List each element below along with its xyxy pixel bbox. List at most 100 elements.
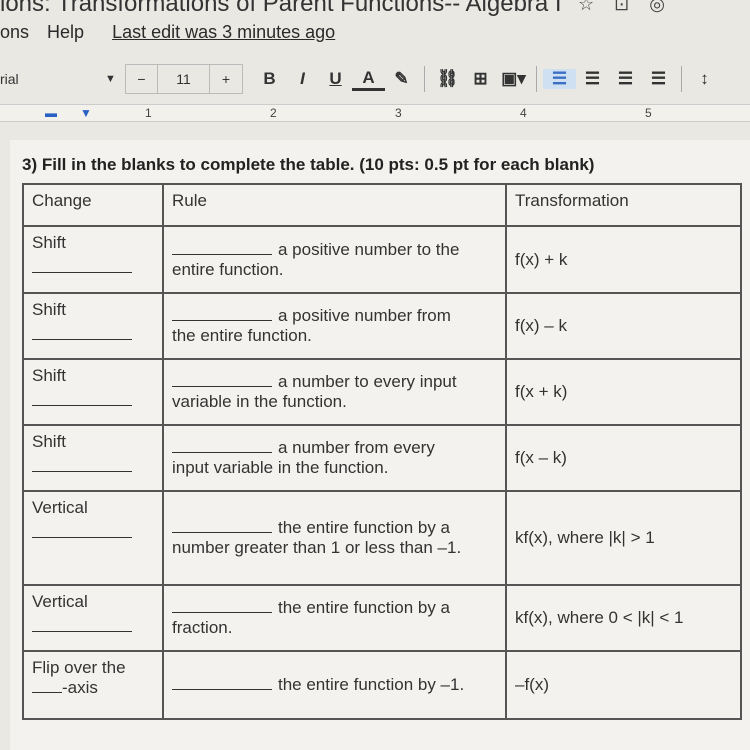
align-center-icon[interactable]: ☰ — [576, 69, 609, 89]
answer-blank[interactable] — [32, 524, 132, 538]
change-cell[interactable]: Shift — [22, 292, 164, 360]
change-text: Shift — [32, 432, 67, 451]
increase-font-button[interactable]: + — [210, 65, 242, 93]
change-text: Shift — [32, 300, 67, 319]
italic-button[interactable]: I — [286, 69, 319, 89]
align-left-icon[interactable]: ☰ — [543, 69, 576, 89]
rule-text-continued: number greater than 1 or less than –1. — [172, 538, 462, 557]
table-row: Vertical the entire function by a fraction… — [22, 584, 742, 652]
font-select[interactable]: rial — [0, 71, 105, 87]
indent-marker-icon[interactable]: ▬ — [45, 106, 57, 120]
change-cell[interactable]: Shift — [22, 225, 164, 294]
answer-blank[interactable] — [172, 373, 272, 387]
ruler[interactable]: ▬ ▼ 1 2 3 4 5 — [0, 104, 750, 122]
rule-text: the entire function by –1. — [278, 675, 465, 694]
highlight-pen-icon[interactable]: ✎ — [385, 69, 418, 89]
change-cell[interactable]: Flip over the -axis — [22, 650, 164, 720]
ruler-mark: 3 — [395, 106, 402, 120]
font-size-input[interactable]: 11 — [158, 65, 210, 93]
rule-cell[interactable]: a number to every input variable in the f… — [162, 358, 507, 426]
answer-blank[interactable] — [32, 392, 132, 406]
change-text: Flip over the — [32, 658, 126, 677]
last-edit-link[interactable]: Last edit was 3 minutes ago — [112, 22, 335, 43]
table-row: Shift a number to every input variable in … — [22, 358, 742, 426]
divider — [536, 66, 537, 92]
title-icons: ☆⊡◎ — [578, 0, 685, 15]
answer-blank[interactable] — [32, 259, 132, 273]
rule-cell[interactable]: the entire function by a fraction. — [162, 584, 507, 652]
answer-blank[interactable] — [32, 326, 132, 340]
rule-text: the entire function by a — [278, 518, 451, 537]
transformation-cell: –f(x) — [505, 650, 742, 720]
table-row: Shift a positive number to the entire func… — [22, 225, 742, 294]
answer-blank[interactable] — [172, 676, 272, 690]
change-cell[interactable]: Vertical — [22, 490, 164, 586]
underline-button[interactable]: U — [319, 69, 352, 89]
table-row: Flip over the -axis the entire function by… — [22, 650, 742, 720]
link-icon[interactable]: ⛓ — [431, 69, 464, 89]
header-transformation: Transformation — [505, 183, 742, 227]
answer-blank[interactable] — [172, 307, 272, 321]
add-comment-icon[interactable]: ⊞ — [464, 69, 497, 89]
rule-text: a positive number to the — [278, 239, 460, 259]
menu-help[interactable]: Help — [47, 22, 84, 43]
answer-blank[interactable] — [32, 618, 132, 632]
chevron-down-icon[interactable]: ▼ — [105, 73, 125, 85]
star-icon[interactable]: ☆ — [578, 0, 614, 14]
answer-blank[interactable] — [172, 599, 272, 613]
answer-blank[interactable] — [32, 679, 62, 693]
font-size-stepper: − 11 + — [125, 64, 243, 94]
header-change: Change — [22, 183, 164, 227]
divider — [681, 66, 682, 92]
rule-cell[interactable]: a number from every input variable in the… — [162, 424, 507, 492]
rule-cell[interactable]: a positive number from the entire functio… — [162, 292, 507, 360]
document-title[interactable]: ions: Transformations of Parent Function… — [0, 0, 562, 18]
answer-blank[interactable] — [32, 458, 132, 472]
rule-text: the entire function by a — [278, 598, 451, 617]
rule-text-continued: the entire function. — [172, 326, 312, 345]
line-spacing-icon[interactable]: ↕ — [688, 69, 721, 89]
cloud-status-icon[interactable]: ◎ — [649, 0, 685, 14]
table-row: Shift a number from every input variable i… — [22, 424, 742, 492]
insert-image-icon[interactable]: ▣▾ — [497, 69, 530, 89]
question-heading: 3) Fill in the blanks to complete the ta… — [22, 155, 595, 174]
ruler-mark: 5 — [645, 106, 652, 120]
rule-text-continued: variable in the function. — [172, 392, 347, 411]
rule-text: a positive number from — [278, 306, 451, 325]
rule-cell[interactable]: the entire function by a number greater t… — [162, 490, 507, 586]
justify-icon[interactable]: ☰ — [642, 69, 675, 89]
rule-text: a number from every — [278, 438, 435, 457]
rule-cell[interactable]: the entire function by –1. — [162, 650, 507, 720]
answer-blank[interactable] — [172, 439, 272, 453]
align-right-icon[interactable]: ☰ — [609, 69, 642, 89]
transformation-cell: kf(x), where |k| > 1 — [505, 490, 742, 586]
change-cell[interactable]: Vertical — [22, 584, 164, 652]
change-text: Vertical — [32, 498, 88, 517]
ruler-mark: 4 — [520, 106, 527, 120]
answer-blank[interactable] — [172, 241, 272, 255]
left-indent-icon[interactable]: ▼ — [80, 106, 92, 120]
decrease-font-button[interactable]: − — [126, 65, 158, 93]
transformation-cell: f(x – k) — [505, 424, 742, 492]
change-cell[interactable]: Shift — [22, 358, 164, 426]
ruler-mark: 2 — [270, 106, 277, 120]
answer-blank[interactable] — [172, 519, 272, 533]
transformation-cell: f(x + k) — [505, 358, 742, 426]
table-header-row: Change Rule Transformation — [22, 183, 742, 227]
change-cell[interactable]: Shift — [22, 424, 164, 492]
table-row: Shift a positive number from the entire fu… — [22, 292, 742, 360]
transformation-cell: kf(x), where 0 < |k| < 1 — [505, 584, 742, 652]
rule-cell[interactable]: a positive number to the entire function. — [162, 225, 507, 294]
menu-extensions[interactable]: ons — [0, 22, 29, 43]
move-icon[interactable]: ⊡ — [614, 0, 649, 14]
bold-button[interactable]: B — [253, 69, 286, 89]
text-color-button[interactable]: A — [352, 68, 385, 91]
header-rule: Rule — [162, 183, 507, 227]
rule-text-continued: input variable in the function. — [172, 458, 389, 477]
rule-text: a number to every input — [278, 372, 457, 391]
toolbar: rial ▼ − 11 + B I U A ✎ ⛓ ⊞ ▣▾ ☰ ☰ ☰ ☰ ↕ — [0, 60, 750, 98]
transformation-cell: f(x) + k — [505, 225, 742, 294]
menu-bar: ons Help Last edit was 3 minutes ago — [0, 22, 335, 43]
divider — [424, 66, 425, 92]
rule-text-continued: fraction. — [172, 618, 233, 637]
